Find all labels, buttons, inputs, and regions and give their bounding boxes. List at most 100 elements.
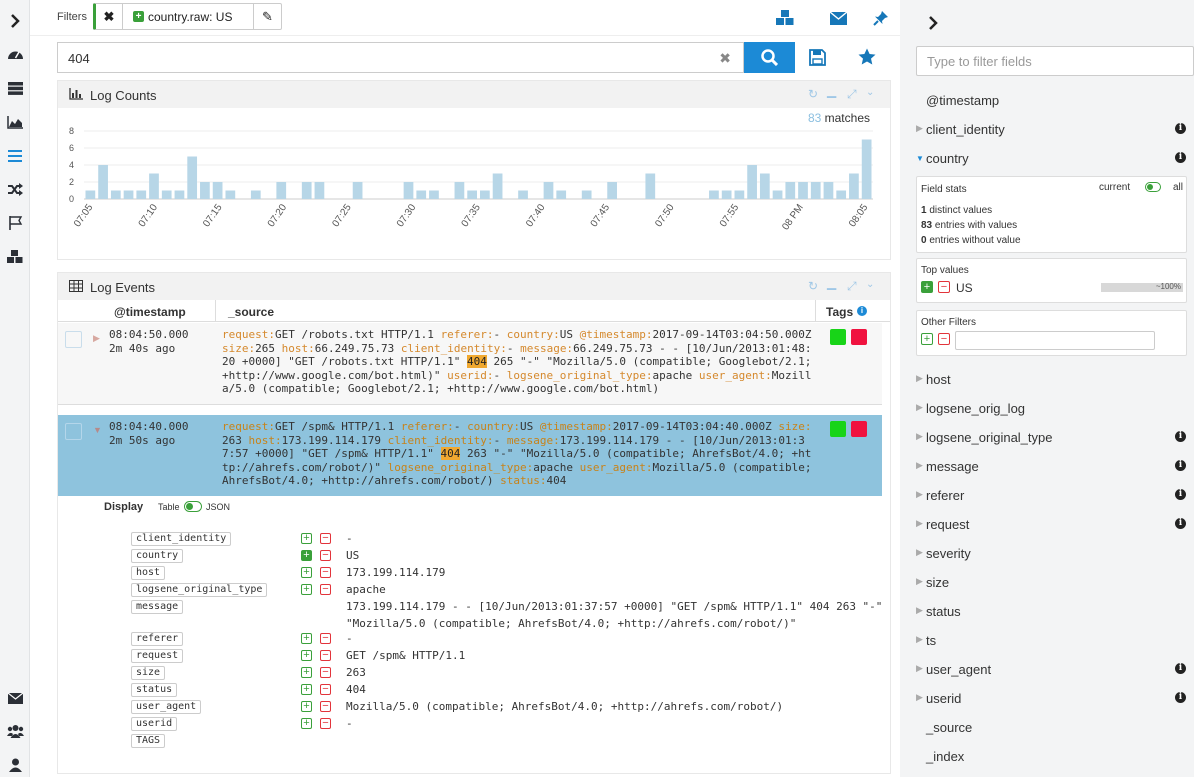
- user-icon[interactable]: [5, 756, 25, 774]
- info-icon[interactable]: i: [1175, 692, 1186, 703]
- field-item[interactable]: ▼ country i: [908, 144, 1194, 173]
- field-item[interactable]: ▶ severity: [908, 539, 1194, 568]
- stats-scope-toggle[interactable]: [1145, 182, 1161, 192]
- count-bar[interactable]: [581, 190, 592, 200]
- field-item[interactable]: ▶ host: [908, 365, 1194, 394]
- minimize-icon[interactable]: ▁: [827, 276, 836, 290]
- cubes-icon[interactable]: [5, 248, 25, 266]
- add-filter-icon[interactable]: +: [301, 567, 312, 578]
- count-bar[interactable]: [276, 182, 287, 199]
- caret-right-icon[interactable]: ▶: [916, 547, 923, 558]
- count-bar[interactable]: [492, 173, 503, 200]
- caret-right-icon[interactable]: ▶: [916, 373, 923, 384]
- count-bar[interactable]: [556, 190, 567, 200]
- exclude-filter-icon[interactable]: −: [320, 533, 331, 544]
- favorite-query-button[interactable]: [858, 48, 878, 68]
- list-icon[interactable]: [5, 147, 25, 165]
- column-source[interactable]: _source: [228, 305, 274, 319]
- count-bar[interactable]: [607, 182, 617, 199]
- add-filter-icon[interactable]: +: [921, 281, 933, 293]
- add-filter-icon[interactable]: +: [301, 701, 312, 712]
- count-bar[interactable]: [759, 173, 770, 200]
- add-filter-icon[interactable]: +: [301, 650, 312, 661]
- count-bar[interactable]: [429, 190, 439, 200]
- count-bar[interactable]: [110, 190, 121, 200]
- caret-right-icon[interactable]: ▶: [916, 576, 923, 587]
- count-bar[interactable]: [467, 190, 477, 200]
- exclude-filter-icon[interactable]: −: [938, 281, 950, 293]
- exclude-filter-icon[interactable]: −: [320, 667, 331, 678]
- count-bar[interactable]: [810, 182, 821, 199]
- count-bar[interactable]: [149, 173, 159, 200]
- field-item[interactable]: ▶ logsene_original_type i: [908, 423, 1194, 452]
- count-bar[interactable]: [250, 190, 261, 200]
- column-tags[interactable]: Tags: [826, 305, 853, 319]
- shuffle-icon[interactable]: [5, 180, 25, 198]
- count-bar[interactable]: [798, 182, 808, 199]
- row-checkbox[interactable]: [65, 423, 82, 440]
- field-item[interactable]: ▶ size: [908, 568, 1194, 597]
- add-filter-icon[interactable]: +: [301, 584, 312, 595]
- row-checkbox[interactable]: [65, 331, 82, 348]
- caret-down-icon[interactable]: ▼: [916, 154, 924, 163]
- tag-green-button[interactable]: [830, 421, 846, 437]
- count-bar[interactable]: [225, 190, 236, 200]
- field-item[interactable]: ▶ logsene_orig_log: [908, 394, 1194, 423]
- count-bar[interactable]: [187, 156, 198, 200]
- caret-right-icon[interactable]: ▶: [916, 518, 923, 529]
- count-bar[interactable]: [352, 182, 363, 199]
- other-filter-input[interactable]: [955, 331, 1155, 350]
- count-bar[interactable]: [85, 190, 96, 200]
- exclude-filter-icon[interactable]: −: [320, 633, 331, 644]
- field-filter-input[interactable]: Type to filter fields: [916, 46, 1194, 76]
- count-bar[interactable]: [849, 173, 859, 200]
- exclude-filter-icon[interactable]: −: [320, 718, 331, 729]
- flag-icon[interactable]: [5, 214, 25, 232]
- add-filter-icon[interactable]: +: [301, 718, 312, 729]
- caret-right-icon[interactable]: ▶: [916, 402, 923, 413]
- display-toggle[interactable]: [184, 501, 202, 512]
- caret-right-icon[interactable]: ▶: [93, 332, 100, 346]
- refresh-icon[interactable]: ↻: [808, 87, 818, 101]
- count-bar[interactable]: [709, 190, 719, 200]
- add-filter-icon[interactable]: +: [301, 684, 312, 695]
- chevron-right-icon[interactable]: [5, 12, 25, 30]
- exclude-filter-icon[interactable]: −: [320, 550, 331, 561]
- count-bar[interactable]: [212, 182, 223, 199]
- caret-right-icon[interactable]: ▶: [916, 634, 923, 645]
- info-icon[interactable]: i: [1175, 123, 1186, 134]
- field-item[interactable]: ▶ ts: [908, 626, 1194, 655]
- count-bar[interactable]: [136, 190, 147, 200]
- count-bar[interactable]: [836, 190, 847, 200]
- caret-right-icon[interactable]: ▶: [916, 605, 923, 616]
- count-bar[interactable]: [98, 165, 108, 199]
- search-input[interactable]: 404: [68, 51, 90, 66]
- edit-filter-button[interactable]: ✎: [253, 3, 282, 30]
- exclude-filter-icon[interactable]: −: [320, 567, 331, 578]
- exclude-filter-icon[interactable]: −: [938, 333, 950, 345]
- count-bar[interactable]: [772, 190, 783, 200]
- info-icon[interactable]: i: [1175, 518, 1186, 529]
- info-icon[interactable]: i: [1175, 460, 1186, 471]
- exclude-filter-icon[interactable]: −: [320, 684, 331, 695]
- field-timestamp[interactable]: @timestamp: [908, 86, 1194, 115]
- field-item[interactable]: ▶ message i: [908, 452, 1194, 481]
- count-bar[interactable]: [721, 190, 732, 200]
- count-bar[interactable]: [200, 182, 210, 199]
- clear-search-icon[interactable]: ✖: [719, 50, 731, 67]
- save-query-button[interactable]: [809, 49, 827, 67]
- dashboard-icon[interactable]: [5, 45, 25, 63]
- chevron-down-icon[interactable]: ⌄: [866, 87, 874, 98]
- server-icon[interactable]: [5, 79, 25, 97]
- info-icon[interactable]: i: [1175, 431, 1186, 442]
- envelope-icon[interactable]: [827, 9, 849, 27]
- refresh-icon[interactable]: ↻: [808, 279, 818, 293]
- filter-chip[interactable]: + country.raw: US: [122, 3, 254, 30]
- info-icon[interactable]: i: [1175, 489, 1186, 500]
- count-bar[interactable]: [161, 190, 172, 200]
- field-item[interactable]: ▶ request i: [908, 510, 1194, 539]
- count-bar[interactable]: [123, 190, 134, 200]
- column-timestamp[interactable]: @timestamp: [114, 305, 186, 319]
- chevron-right-icon[interactable]: [928, 16, 938, 33]
- remove-filter-button[interactable]: ✖: [93, 3, 123, 30]
